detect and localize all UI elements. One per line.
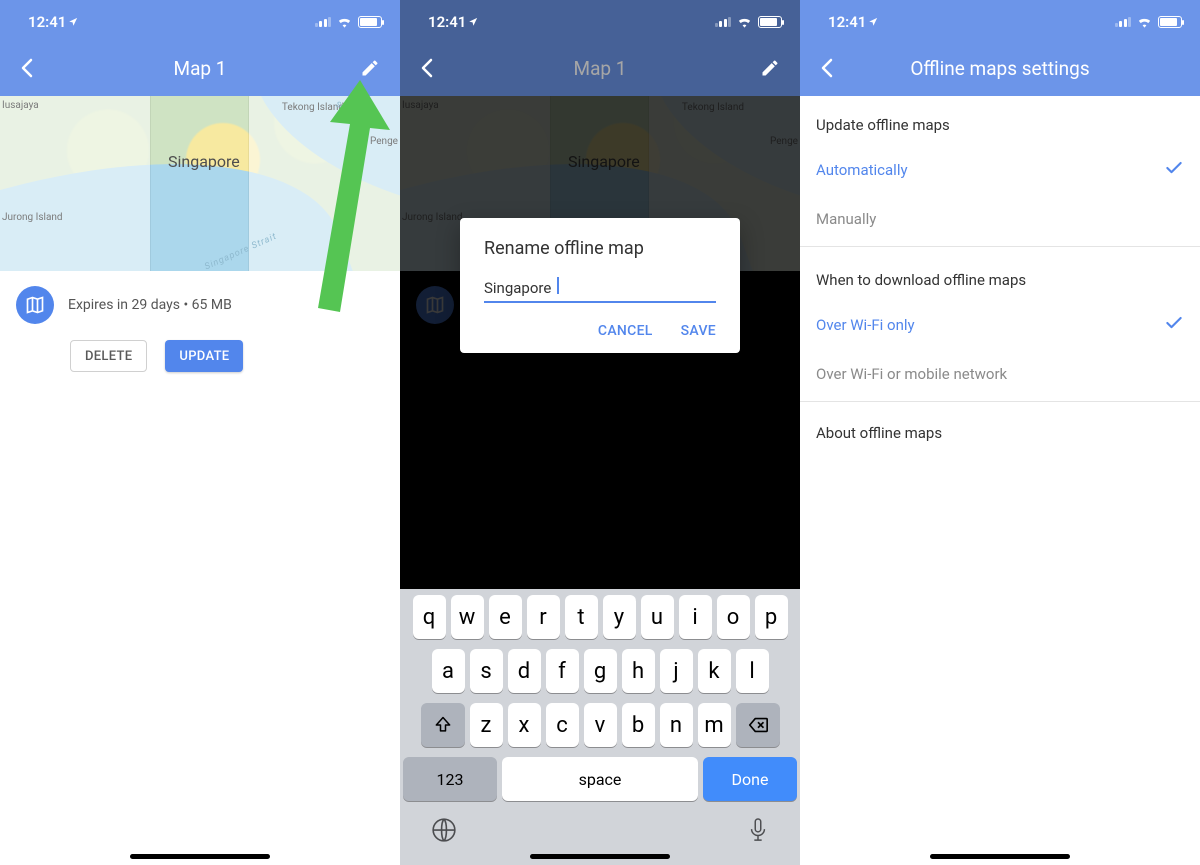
screen-rename-dialog: Map 1 12:41 Iusajaya Tekong Island Penge… — [400, 0, 800, 865]
nav-title: Map 1 — [400, 57, 800, 80]
edit-icon[interactable] — [760, 58, 784, 82]
key-q[interactable]: q — [413, 595, 446, 639]
rename-input[interactable] — [484, 275, 716, 303]
wifi-icon — [1137, 16, 1152, 28]
section-update-header: Update offline maps — [800, 96, 1200, 144]
mic-icon[interactable] — [747, 817, 769, 847]
key-o[interactable]: o — [717, 595, 750, 639]
key-w[interactable]: w — [451, 595, 484, 639]
home-indicator[interactable] — [130, 854, 270, 859]
key-v[interactable]: v — [584, 703, 617, 747]
key-g[interactable]: g — [584, 649, 617, 693]
key-z[interactable]: z — [470, 703, 503, 747]
option-label: Automatically — [816, 161, 908, 179]
home-indicator[interactable] — [930, 854, 1070, 859]
key-m[interactable]: m — [698, 703, 731, 747]
battery-icon — [1158, 16, 1182, 28]
key-j[interactable]: j — [660, 649, 693, 693]
key-p[interactable]: p — [755, 595, 788, 639]
back-button[interactable] — [416, 56, 440, 80]
option-label: Over Wi-Fi only — [816, 316, 915, 334]
cellular-icon — [1115, 17, 1132, 27]
option-wifi-only[interactable]: Over Wi-Fi only — [800, 299, 1200, 351]
numbers-key[interactable]: 123 — [403, 757, 497, 801]
key-n[interactable]: n — [660, 703, 693, 747]
screen-offline-settings: Offline maps settings 12:41 Update offli… — [800, 0, 1200, 865]
key-c[interactable]: c — [546, 703, 579, 747]
back-button[interactable] — [16, 56, 40, 80]
shift-key[interactable] — [421, 703, 465, 747]
key-f[interactable]: f — [546, 649, 579, 693]
option-manually[interactable]: Manually — [800, 196, 1200, 242]
key-s[interactable]: s — [470, 649, 503, 693]
map-thumbnail: Iusajaya Tekong Island Penge Singapore J… — [0, 96, 400, 271]
map-label-nusajaya: Iusajaya — [2, 100, 39, 111]
battery-icon — [758, 16, 782, 28]
edit-icon[interactable] — [360, 58, 384, 82]
dialog-title: Rename offline map — [484, 238, 716, 259]
screen-map-detail: Map 1 12:41 Iusajaya Tekong Island Penge… — [0, 0, 400, 865]
status-bar: 12:41 — [800, 0, 1200, 44]
key-t[interactable]: t — [565, 595, 598, 639]
option-label: Manually — [816, 210, 876, 228]
nav-title: Offline maps settings — [800, 57, 1200, 80]
key-e[interactable]: e — [489, 595, 522, 639]
key-k[interactable]: k — [698, 649, 731, 693]
globe-icon[interactable] — [431, 817, 457, 847]
done-key[interactable]: Done — [703, 757, 797, 801]
key-r[interactable]: r — [527, 595, 560, 639]
option-wifi-mobile[interactable]: Over Wi-Fi or mobile network — [800, 351, 1200, 397]
map-detail-text: Expires in 29 days • 65 MB — [68, 297, 232, 313]
settings-list: Update offline maps Automatically Manual… — [800, 96, 1200, 460]
location-icon — [68, 17, 78, 27]
key-h[interactable]: h — [622, 649, 655, 693]
space-key[interactable]: space — [502, 757, 698, 801]
map-label-jurong: Jurong Island — [2, 212, 63, 223]
status-time: 12:41 — [428, 13, 466, 31]
rename-dialog: Rename offline map CANCEL SAVE — [460, 218, 740, 353]
map-icon — [16, 286, 54, 324]
status-bar: 12:41 — [400, 0, 800, 44]
map-label-singapore: Singapore — [168, 152, 240, 171]
home-indicator[interactable] — [530, 854, 670, 859]
key-i[interactable]: i — [679, 595, 712, 639]
about-label: About offline maps — [816, 424, 942, 442]
status-bar: 12:41 — [0, 0, 400, 44]
back-button[interactable] — [816, 56, 840, 80]
key-a[interactable]: a — [432, 649, 465, 693]
location-icon — [468, 17, 478, 27]
action-row: DELETE UPDATE — [70, 340, 243, 372]
check-icon — [1164, 313, 1184, 337]
cellular-icon — [715, 17, 732, 27]
nav-title: Map 1 — [0, 57, 400, 80]
cancel-button[interactable]: CANCEL — [598, 323, 653, 339]
delete-button[interactable]: DELETE — [70, 340, 147, 372]
map-label-penge: Penge — [370, 136, 398, 147]
wifi-icon — [337, 16, 352, 28]
key-l[interactable]: l — [736, 649, 769, 693]
option-automatically[interactable]: Automatically — [800, 144, 1200, 196]
key-x[interactable]: x — [508, 703, 541, 747]
key-b[interactable]: b — [622, 703, 655, 747]
status-time: 12:41 — [28, 13, 66, 31]
battery-icon — [358, 16, 382, 28]
about-offline-maps[interactable]: About offline maps — [800, 406, 1200, 460]
status-time: 12:41 — [828, 13, 866, 31]
backspace-key[interactable] — [736, 703, 780, 747]
wifi-icon — [737, 16, 752, 28]
keyboard: qwertyuiop asdfghjkl zxcvbnm 123 space D… — [400, 589, 800, 865]
section-download-header: When to download offline maps — [800, 251, 1200, 299]
key-u[interactable]: u — [641, 595, 674, 639]
location-icon — [868, 17, 878, 27]
option-label: Over Wi-Fi or mobile network — [816, 365, 1007, 383]
key-y[interactable]: y — [603, 595, 636, 639]
cellular-icon — [315, 17, 332, 27]
update-button[interactable]: UPDATE — [165, 340, 243, 372]
check-icon — [1164, 158, 1184, 182]
key-d[interactable]: d — [508, 649, 541, 693]
save-button[interactable]: SAVE — [681, 323, 716, 339]
map-detail-row: Expires in 29 days • 65 MB — [16, 286, 384, 324]
